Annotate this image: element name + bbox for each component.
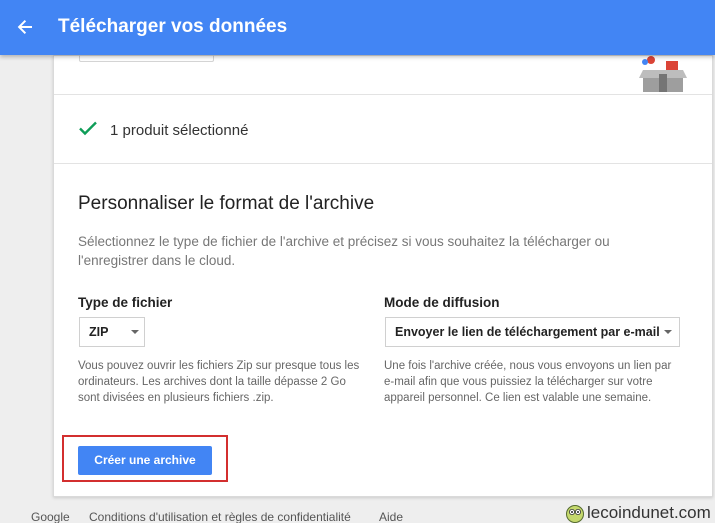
export-card: 1 produit sélectionné Personnaliser le f… bbox=[53, 55, 713, 497]
owl-logo-icon bbox=[566, 505, 584, 523]
selected-count: 1 produit sélectionné bbox=[110, 122, 249, 139]
archive-box-icon bbox=[639, 56, 687, 92]
format-section-description: Sélectionnez le type de fichier de l'arc… bbox=[78, 234, 610, 268]
previous-section bbox=[54, 55, 712, 95]
footer-help-link[interactable]: Aide bbox=[379, 510, 403, 523]
file-type-label: Type de fichier bbox=[78, 295, 173, 310]
chevron-down-icon bbox=[664, 330, 672, 334]
file-type-select[interactable]: ZIP bbox=[79, 317, 145, 347]
format-section-title: Personnaliser le format de l'archive bbox=[78, 193, 375, 214]
app-header: Télécharger vos données bbox=[0, 0, 715, 55]
delivery-label: Mode de diffusion bbox=[384, 295, 500, 310]
footer-google-link[interactable]: Google bbox=[31, 510, 70, 523]
footer-terms-link[interactable]: Conditions d'utilisation et règles de co… bbox=[89, 510, 351, 523]
selected-products-row[interactable]: 1 produit sélectionné bbox=[54, 96, 712, 164]
watermark-text: lecoindunet.com bbox=[587, 503, 711, 522]
back-arrow-icon[interactable] bbox=[10, 12, 40, 42]
highlight-box bbox=[62, 435, 228, 482]
delivery-value: Envoyer le lien de téléchargement par e-… bbox=[395, 325, 660, 339]
page-title: Télécharger vos données bbox=[58, 16, 288, 37]
chevron-down-icon bbox=[131, 330, 139, 334]
previous-button-edge[interactable] bbox=[79, 55, 214, 62]
delivery-help: Une fois l'archive créée, nous vous envo… bbox=[384, 360, 672, 404]
delivery-select[interactable]: Envoyer le lien de téléchargement par e-… bbox=[385, 317, 680, 347]
checkmark-icon bbox=[79, 121, 97, 136]
file-type-help: Vous pouvez ouvrir les fichiers Zip sur … bbox=[78, 360, 360, 404]
file-type-value: ZIP bbox=[89, 325, 109, 339]
